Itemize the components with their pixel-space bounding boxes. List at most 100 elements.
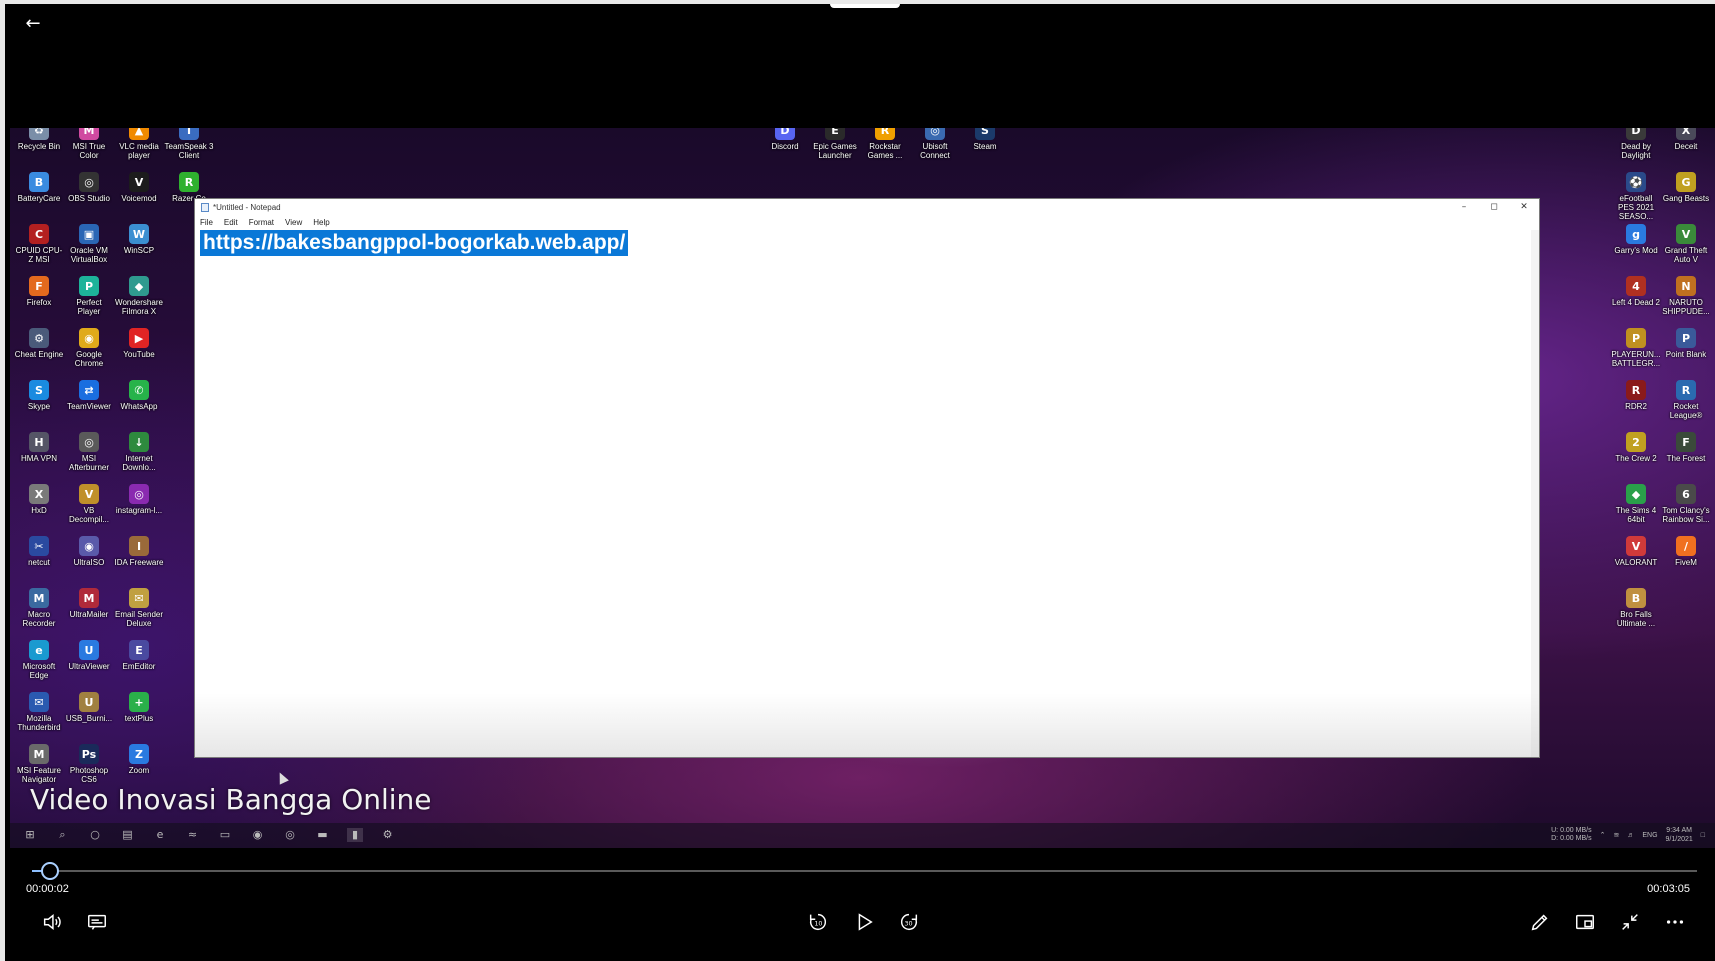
svg-text:10: 10 (814, 920, 822, 928)
desktop-shortcut: e Microsoft Edge (14, 640, 64, 680)
desktop-shortcut: 6 Tom Clancy's Rainbow Si... (1661, 484, 1711, 524)
usb-burning-icon: U (79, 692, 99, 712)
teamspeak-icon: T (179, 128, 199, 140)
desktop-shortcut: ♻ Recycle Bin (14, 128, 64, 151)
cheat-engine-icon: ⚙ (29, 328, 49, 348)
language-indicator: ENG (1642, 831, 1658, 839)
desktop-shortcut: M MSI True Color (64, 128, 114, 160)
desktop-shortcut: ✉ Mozilla Thunderbird (14, 692, 64, 732)
desktop-shortcut-label: Mozilla Thunderbird (17, 714, 61, 732)
exit-fullscreen-button[interactable] (1617, 909, 1643, 935)
desktop-shortcut: ⚙ Cheat Engine (14, 328, 64, 359)
search-icon: ⌕ (59, 828, 66, 841)
email-sender-icon: ✉ (129, 588, 149, 608)
desktop-shortcut: S Skype (14, 380, 64, 411)
desktop-shortcut: V VALORANT (1611, 536, 1661, 567)
back-button[interactable]: ← (21, 12, 45, 36)
desktop-shortcut: 2 The Crew 2 (1611, 432, 1661, 463)
skip-back-10-button[interactable]: 10 (805, 909, 831, 935)
settings-icon: ⚙ (382, 828, 393, 841)
seek-thumb[interactable] (40, 862, 59, 880)
hxd-icon: X (29, 484, 49, 504)
desktop-shortcut-label: Google Chrome (74, 350, 104, 368)
desktop-shortcut: F Firefox (14, 276, 64, 307)
desktop-shortcut-label: UltraMailer (69, 610, 109, 619)
fivem-icon: / (1676, 536, 1696, 556)
desktop-shortcut: ◎ MSI Afterburner (64, 432, 114, 472)
dead-by-daylight-icon: D (1626, 128, 1646, 140)
desktop-shortcut-label: WhatsApp (120, 402, 158, 411)
mini-view-button[interactable] (1572, 909, 1598, 935)
windows-start-icon: ⊞ (25, 828, 35, 841)
net-upload-label: U: (1551, 827, 1559, 834)
media-player-window: ← ♻ Recycle Bin M MSI True Color ▲ VLC media … (0, 0, 1715, 961)
desktop-shortcut: N NARUTO SHIPPUDE... (1661, 276, 1711, 316)
volume-button[interactable] (39, 909, 65, 935)
desktop-shortcut: R RDR2 (1611, 380, 1661, 411)
whatsapp-icon: ✆ (129, 380, 149, 400)
netcut-icon: ✂ (29, 536, 49, 556)
skip-forward-30-button[interactable]: 30 (896, 909, 922, 935)
desktop-shortcut-label: UltraISO (73, 558, 105, 567)
desktop-shortcut: ▣ Oracle VM VirtualBox (64, 224, 114, 264)
desktop-shortcut-label: VALORANT (1614, 558, 1658, 567)
desktop-shortcut-label: The Crew 2 (1615, 454, 1657, 463)
seek-bar[interactable] (32, 862, 1697, 880)
current-time: 00:00:02 (26, 883, 69, 895)
arrow-left-icon: ← (25, 13, 41, 34)
emeditor-icon: E (129, 640, 149, 660)
edge-icon: e (29, 640, 49, 660)
desktop-shortcut-label: MSI Afterburner (68, 454, 110, 472)
chrome-icon: ◉ (79, 328, 99, 348)
desktop-shortcut: E EmEditor (114, 640, 164, 671)
windows-taskbar: ⊞ ⌕ ○ ▤ e ≈ ▭ ◉ ◎ ▬ ▮ ⚙ U: 0.00 MB/s D: 0.00 MB/s ⌃… (10, 823, 1715, 848)
notepad-window-controls: – ◻ ✕ (1449, 199, 1539, 215)
perfect-player-icon: P (79, 276, 99, 296)
rocket-league-icon: R (1676, 380, 1696, 400)
skype-icon: S (29, 380, 49, 400)
hma-vpn-icon: H (29, 432, 49, 452)
edit-button[interactable] (1527, 909, 1553, 935)
desktop-shortcut-label: TeamViewer (67, 402, 111, 411)
textplus-icon: + (129, 692, 149, 712)
video-frame[interactable]: ♻ Recycle Bin M MSI True Color ▲ VLC media pl… (10, 128, 1715, 848)
msi-feature-icon: M (29, 744, 49, 764)
desktop-shortcut-label: Voicemod (121, 194, 157, 203)
desktop-shortcut: ◎ OBS Studio (64, 172, 114, 203)
play-button[interactable] (851, 909, 877, 935)
desktop-shortcut-label: Microsoft Edge (22, 662, 56, 680)
point-blank-icon: P (1676, 328, 1696, 348)
subtitles-icon (88, 914, 106, 930)
desktop-shortcut-label: Firefox (26, 298, 52, 307)
cpuz-icon: C (29, 224, 49, 244)
winscp-icon: W (129, 224, 149, 244)
desktop-shortcut-label: PLAYERUN... BATTLEGR... (1611, 350, 1661, 368)
desktop-shortcut: Ps Photoshop CS6 (64, 744, 114, 784)
desktop-shortcut-label: Left 4 Dead 2 (1611, 298, 1661, 307)
notepad-text-area: https://bakesbangppol-bogorkab.web.app/ (200, 230, 1531, 757)
desktop-shortcut: R Rocket League® (1661, 380, 1711, 420)
notification-icon: □ (1700, 831, 1705, 839)
desktop-shortcut: T TeamSpeak 3 Client (164, 128, 214, 160)
subtitles-button[interactable] (84, 909, 110, 935)
zoom-icon: Z (129, 744, 149, 764)
desktop-shortcut: B BatteryCare (14, 172, 64, 203)
more-options-button[interactable] (1662, 909, 1688, 935)
desktop-shortcut-label: The Sims 4 64bit (1615, 506, 1657, 524)
gta-icon: V (1676, 224, 1696, 244)
desktop-shortcut: ◉ UltraISO (64, 536, 114, 567)
menu-help: Help (313, 217, 330, 227)
afterburner-icon: ◎ (79, 432, 99, 452)
desktop-shortcut: ✆ WhatsApp (114, 380, 164, 411)
desktop-shortcut-label: RDR2 (1625, 402, 1647, 411)
desktop-shortcut: V Voicemod (114, 172, 164, 203)
desktop-shortcut-label: CPUID CPU-Z MSI (15, 246, 63, 264)
desktop-shortcut-label: Bro Falls Ultimate ... (1616, 610, 1656, 628)
desktop-shortcut: U UltraViewer (64, 640, 114, 671)
clock-time: 9:34 AM (1666, 827, 1692, 834)
macro-recorder-icon: M (29, 588, 49, 608)
discord-icon: D (775, 128, 795, 140)
desktop-shortcut-label: BatteryCare (17, 194, 61, 203)
desktop-shortcut-label: Zoom (128, 766, 150, 775)
svg-text:30: 30 (904, 920, 912, 928)
